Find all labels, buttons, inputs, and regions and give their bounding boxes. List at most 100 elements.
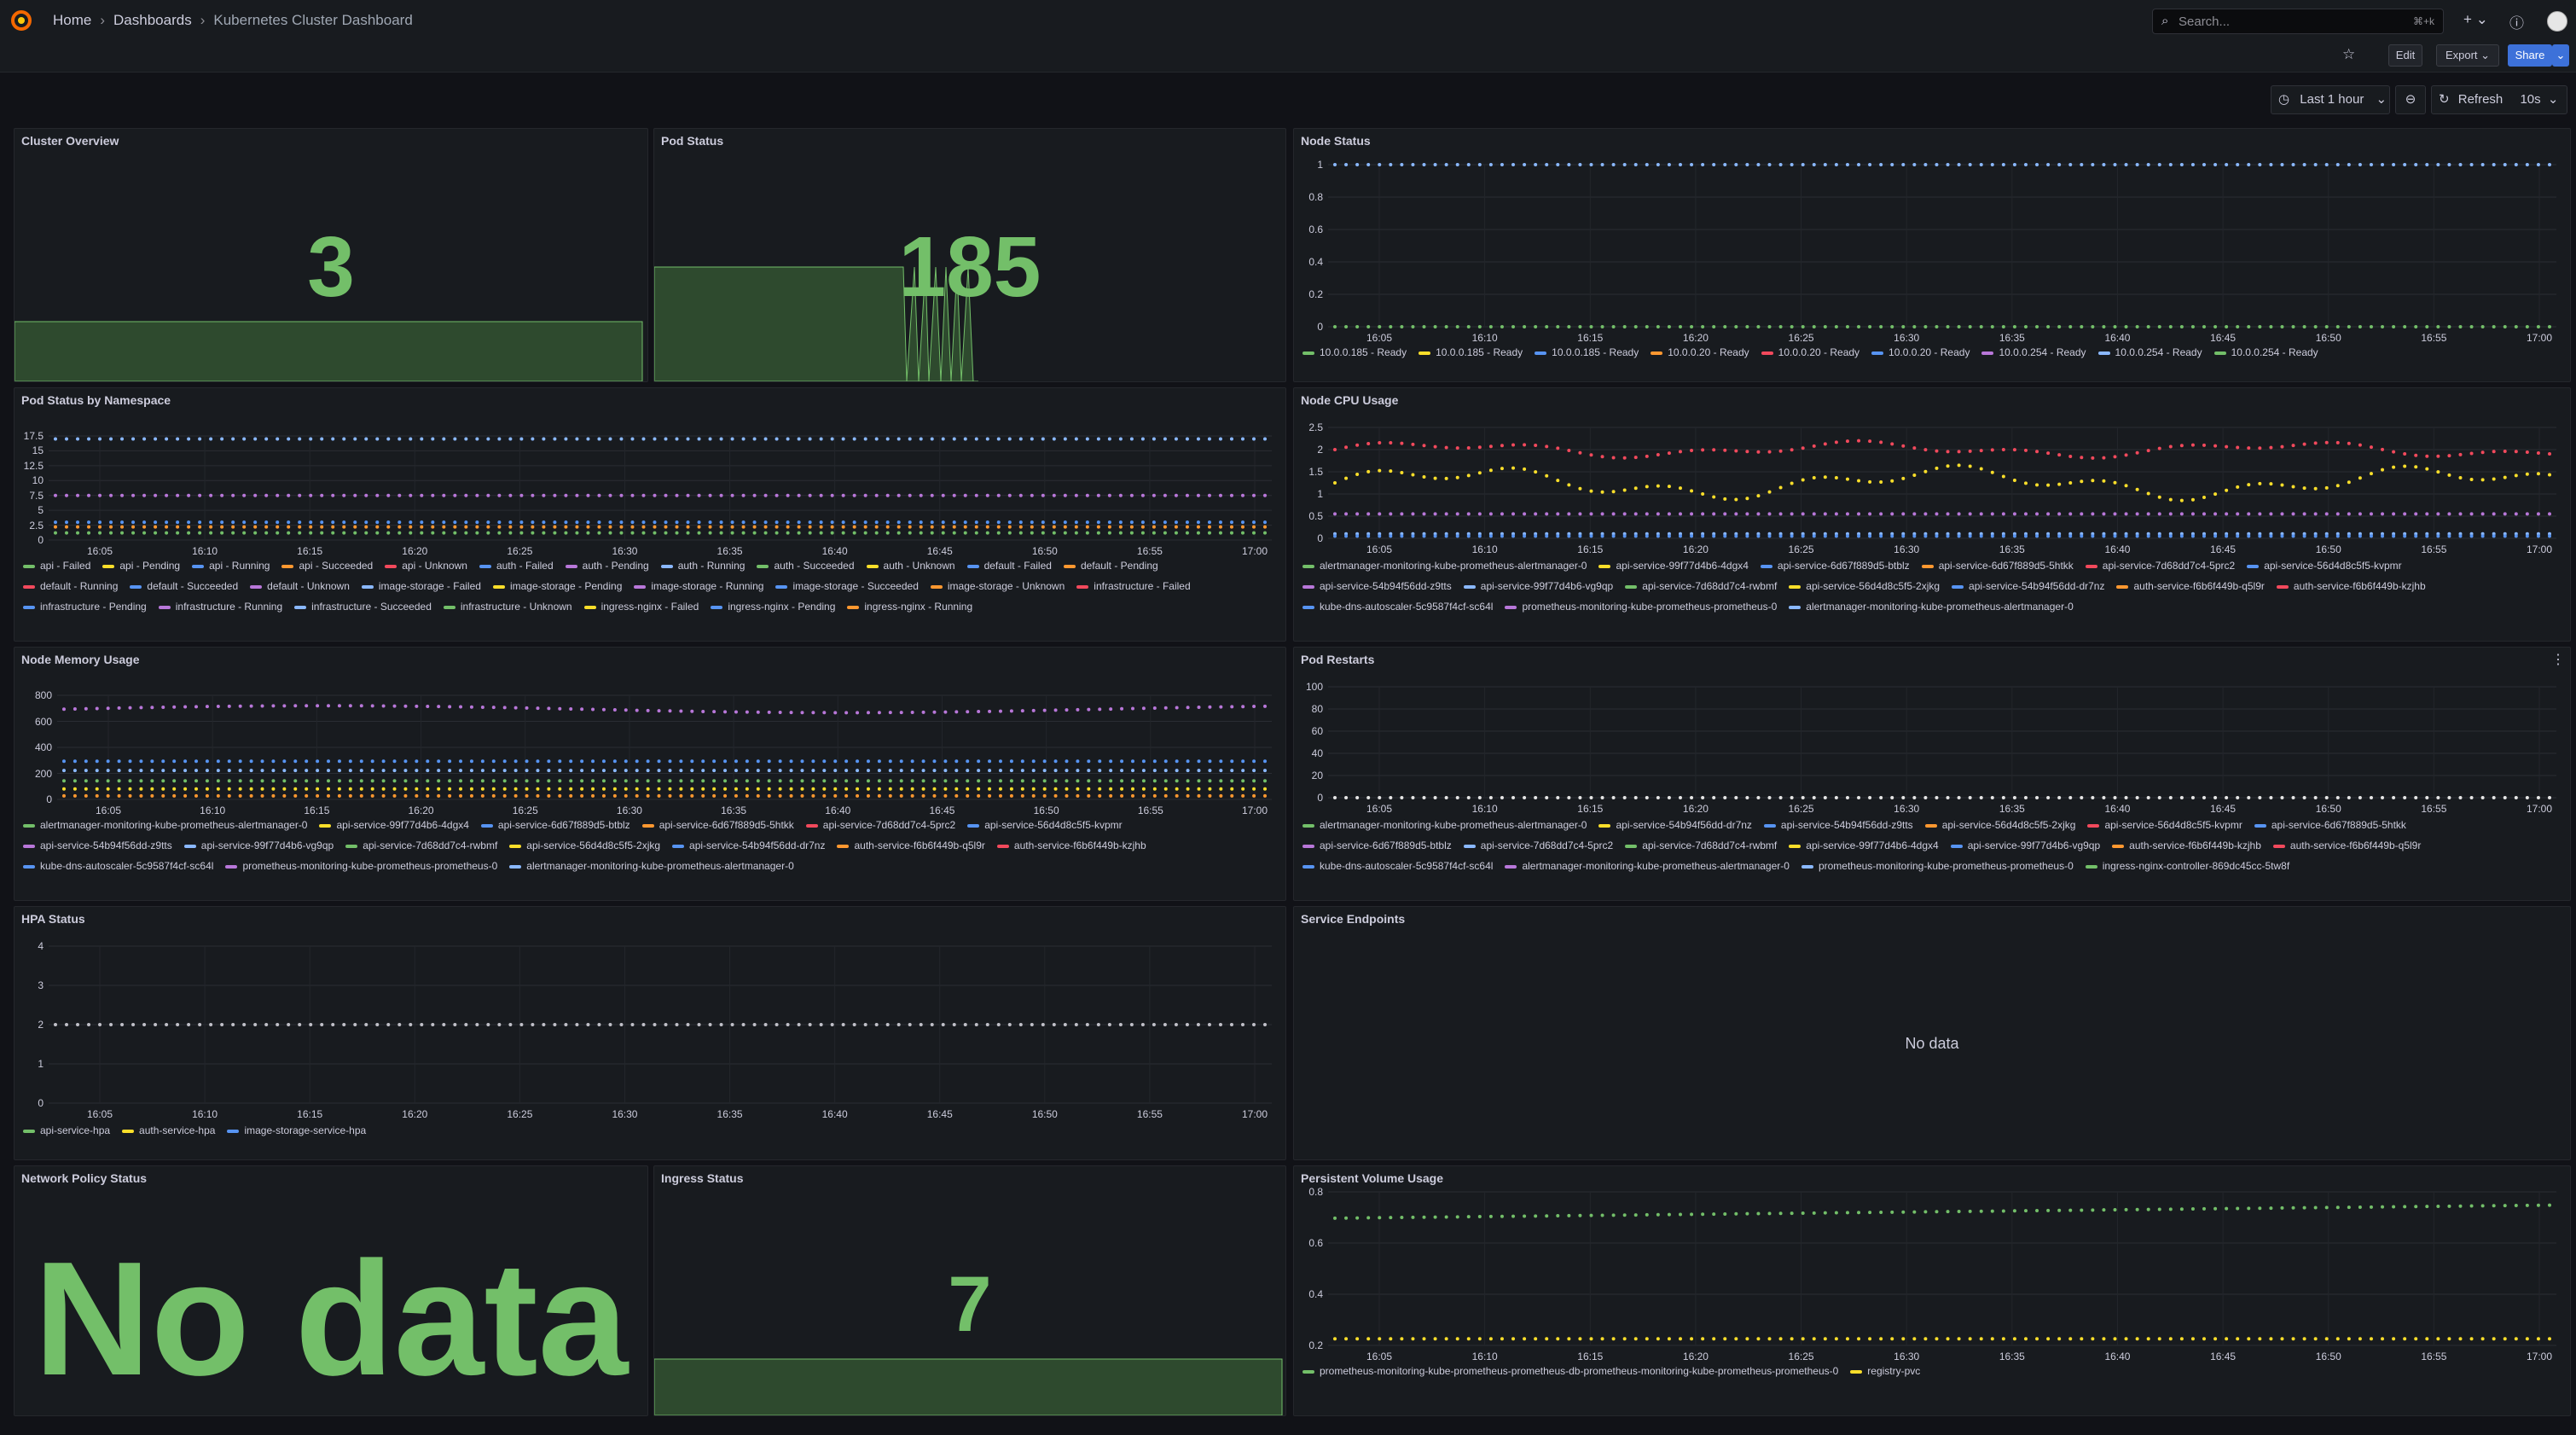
legend-item[interactable]: api-service-54b94f56dd-z9tts <box>23 835 172 856</box>
legend-item[interactable]: api-service-56d4d8c5f5-kvpmr <box>2247 555 2402 576</box>
legend-item[interactable]: api-service-hpa <box>23 1120 110 1141</box>
legend-item[interactable]: api - Failed <box>23 555 90 576</box>
star-icon[interactable]: ☆ <box>2342 46 2355 63</box>
legend-item[interactable]: image-storage - Succeeded <box>775 576 919 596</box>
legend-item[interactable]: api-service-99f77d4b6-4dgx4 <box>1598 555 1749 576</box>
legend-item[interactable]: default - Failed <box>966 555 1052 576</box>
legend-item[interactable]: api-service-7d68dd7c4-5prc2 <box>1463 835 1613 856</box>
legend-item[interactable]: api-service-54b94f56dd-dr7nz <box>1598 815 1752 835</box>
legend-item[interactable]: prometheus-monitoring-kube-prometheus-pr… <box>1303 1361 1838 1381</box>
panel-cluster-overview[interactable]: Cluster Overview 3 <box>14 128 648 382</box>
help-icon[interactable]: ⓘ <box>2509 11 2524 32</box>
panel-node-memory-usage[interactable]: Node Memory Usage 800 600 400 200 0 16:05 16:1… <box>14 647 1286 901</box>
legend-item[interactable]: api-service-7d68dd7c4-rwbmf <box>1625 835 1777 856</box>
breadcrumb-dashboards[interactable]: Dashboards <box>113 12 192 28</box>
legend-item[interactable]: api-service-99f77d4b6-4dgx4 <box>319 815 469 835</box>
legend-item[interactable]: auth - Failed <box>479 555 554 576</box>
legend-item[interactable]: infrastructure - Unknown <box>443 596 572 617</box>
zoom-out-button[interactable]: ⊖ <box>2395 85 2426 114</box>
legend-item[interactable]: prometheus-monitoring-kube-prometheus-pr… <box>225 856 497 876</box>
legend-item[interactable]: auth - Succeeded <box>757 555 855 576</box>
legend-item[interactable]: kube-dns-autoscaler-5c9587f4cf-sc64l <box>1303 596 1493 617</box>
panel-service-endpoints[interactable]: Service Endpoints No data <box>1293 906 2571 1160</box>
legend-item[interactable]: kube-dns-autoscaler-5c9587f4cf-sc64l <box>23 856 213 876</box>
legend-item[interactable]: api-service-54b94f56dd-dr7nz <box>1952 576 2104 596</box>
legend-item[interactable]: alertmanager-monitoring-kube-prometheus-… <box>1505 856 1790 876</box>
legend-item[interactable]: api-service-56d4d8c5f5-kvpmr <box>2087 815 2242 835</box>
export-button[interactable]: Export ⌄ <box>2436 44 2499 67</box>
legend-item[interactable]: 10.0.0.185 - Ready <box>1303 342 1407 363</box>
share-dropdown-button[interactable]: ⌄ <box>2552 44 2569 67</box>
legend-item[interactable]: api-service-99f77d4b6-vg9qp <box>1950 835 2100 856</box>
legend-item[interactable]: api - Pending <box>102 555 180 576</box>
legend-item[interactable]: auth - Unknown <box>866 555 955 576</box>
legend-item[interactable]: infrastructure - Pending <box>23 596 147 617</box>
legend-item[interactable]: api-service-99f77d4b6-4dgx4 <box>1789 835 1939 856</box>
legend-item[interactable]: kube-dns-autoscaler-5c9587f4cf-sc64l <box>1303 856 1493 876</box>
legend-item[interactable]: 10.0.0.254 - Ready <box>2097 342 2202 363</box>
legend-item[interactable]: alertmanager-monitoring-kube-prometheus-… <box>1789 596 2074 617</box>
legend-item[interactable]: image-storage-service-hpa <box>227 1120 366 1141</box>
legend-item[interactable]: 10.0.0.20 - Ready <box>1761 342 1859 363</box>
legend-item[interactable]: auth - Pending <box>565 555 649 576</box>
legend-item[interactable]: alertmanager-monitoring-kube-prometheus-… <box>23 815 307 835</box>
legend-item[interactable]: 10.0.0.254 - Ready <box>2213 342 2318 363</box>
legend-item[interactable]: infrastructure - Succeeded <box>294 596 432 617</box>
legend-item[interactable]: prometheus-monitoring-kube-prometheus-pr… <box>1801 856 2074 876</box>
legend-item[interactable]: image-storage - Running <box>634 576 763 596</box>
legend-item[interactable]: registry-pvc <box>1850 1361 1920 1381</box>
legend-item[interactable]: api-service-6d67f889d5-btblz <box>480 815 630 835</box>
legend-item[interactable]: image-storage - Failed <box>361 576 481 596</box>
legend-item[interactable]: default - Pending <box>1063 555 1158 576</box>
legend-item[interactable]: auth-service-hpa <box>122 1120 215 1141</box>
refresh-picker[interactable]: ↻ Refresh 10s ⌄ <box>2431 85 2567 114</box>
panel-network-policy-status[interactable]: Network Policy Status No data <box>14 1165 648 1416</box>
add-icon[interactable]: + ⌄ <box>2463 11 2488 28</box>
legend-item[interactable]: api-service-7d68dd7c4-rwbmf <box>345 835 497 856</box>
legend-item[interactable]: api-service-7d68dd7c4-rwbmf <box>1625 576 1777 596</box>
legend-item[interactable]: api-service-6d67f889d5-btblz <box>1303 835 1452 856</box>
search-input[interactable]: ⌕ Search... ⌘+k <box>2152 9 2444 34</box>
legend-item[interactable]: api-service-99f77d4b6-vg9qp <box>183 835 334 856</box>
panel-persistent-volume-usage[interactable]: Persistent Volume Usage 0.8 0.6 0.4 0.2 16:0… <box>1293 1165 2571 1416</box>
legend-item[interactable]: ingress-nginx - Pending <box>711 596 835 617</box>
panel-pod-status-by-namespace[interactable]: Pod Status by Namespace 17.5 15 12.5 10 7.5 5… <box>14 387 1286 642</box>
legend-item[interactable]: auth - Running <box>660 555 745 576</box>
legend-item[interactable]: api - Succeeded <box>281 555 373 576</box>
edit-button[interactable]: Edit <box>2388 44 2422 67</box>
legend-item[interactable]: 10.0.0.185 - Ready <box>1419 342 1523 363</box>
legend-item[interactable]: alertmanager-monitoring-kube-prometheus-… <box>509 856 794 876</box>
legend-item[interactable]: api-service-54b94f56dd-z9tts <box>1763 815 1913 835</box>
legend-item[interactable]: api-service-56d4d8c5f5-2xjkg <box>1789 576 1940 596</box>
legend-item[interactable]: api - Running <box>192 555 270 576</box>
panel-pod-status[interactable]: Pod Status 185 <box>653 128 1286 382</box>
grafana-logo-icon[interactable] <box>9 8 34 33</box>
legend-item[interactable]: auth-service-f6b6f449b-kzjhb <box>2112 835 2261 856</box>
legend-item[interactable]: infrastructure - Failed <box>1076 576 1191 596</box>
legend-item[interactable]: api-service-6d67f889d5-5htkk <box>2254 815 2406 835</box>
panel-node-status[interactable]: Node Status 1 0.8 0.6 0.4 0.2 0 16:05 16:10 16:1… <box>1293 128 2571 382</box>
legend-item[interactable]: api-service-54b94f56dd-dr7nz <box>672 835 825 856</box>
avatar[interactable] <box>2547 11 2567 32</box>
legend-item[interactable]: auth-service-f6b6f449b-q5l9r <box>837 835 985 856</box>
legend-item[interactable]: api-service-99f77d4b6-vg9qp <box>1463 576 1613 596</box>
legend-item[interactable]: api-service-6d67f889d5-btblz <box>1760 555 1910 576</box>
legend-item[interactable]: auth-service-f6b6f449b-kzjhb <box>996 835 1146 856</box>
panel-ingress-status[interactable]: Ingress Status 7 <box>653 1165 1286 1416</box>
legend-item[interactable]: auth-service-f6b6f449b-q5l9r <box>2272 835 2421 856</box>
legend-item[interactable]: default - Unknown <box>250 576 350 596</box>
legend-item[interactable]: 10.0.0.20 - Ready <box>1871 342 1970 363</box>
legend-item[interactable]: ingress-nginx - Running <box>847 596 972 617</box>
breadcrumb-home[interactable]: Home <box>53 12 91 28</box>
panel-node-cpu-usage[interactable]: Node CPU Usage 2.5 2 1.5 1 0.5 0 16:05 16:10 16:… <box>1293 387 2571 642</box>
legend-item[interactable]: api-service-6d67f889d5-5htkk <box>641 815 794 835</box>
legend-item[interactable]: api-service-56d4d8c5f5-kvpmr <box>967 815 1123 835</box>
legend-item[interactable]: default - Succeeded <box>130 576 238 596</box>
legend-item[interactable]: api-service-6d67f889d5-5htkk <box>1921 555 2074 576</box>
legend-item[interactable]: image-storage - Pending <box>492 576 622 596</box>
legend-item[interactable]: api - Unknown <box>385 555 467 576</box>
legend-item[interactable]: api-service-7d68dd7c4-5prc2 <box>805 815 955 835</box>
legend-item[interactable]: prometheus-monitoring-kube-prometheus-pr… <box>1505 596 1777 617</box>
legend-item[interactable]: default - Running <box>23 576 118 596</box>
legend-item[interactable]: ingress-nginx-controller-869dc45cc-5tw8f <box>2085 856 2289 876</box>
